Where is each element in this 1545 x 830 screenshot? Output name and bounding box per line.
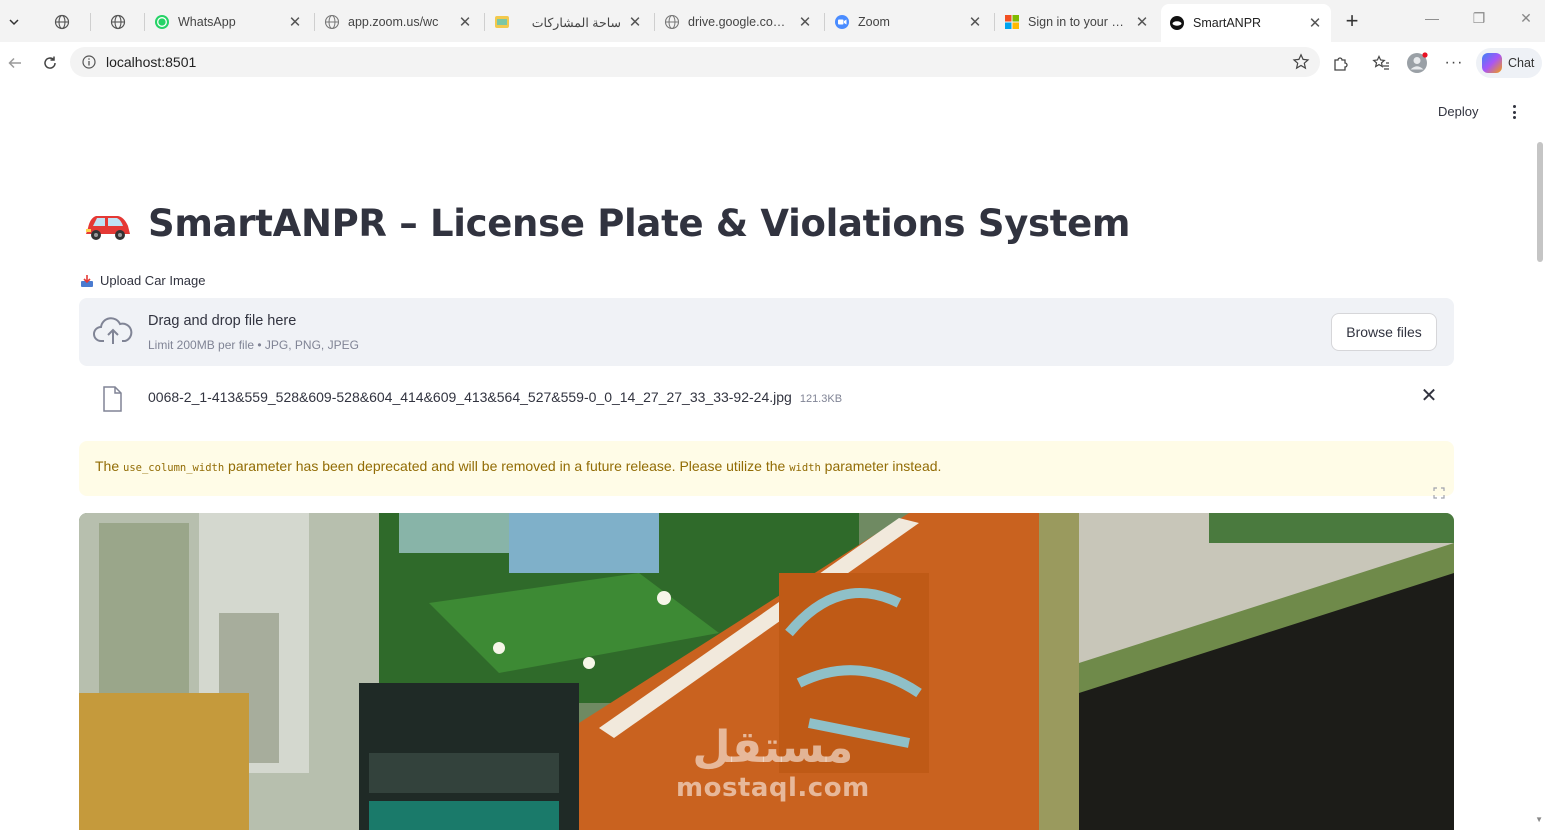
tab-title: drive.google.com/fil — [688, 15, 791, 29]
back-arrow-icon[interactable] — [2, 50, 28, 76]
watermark-arabic: مستقل — [692, 722, 854, 773]
tab-google-drive[interactable]: drive.google.com/fil ✕ — [656, 6, 821, 38]
reload-icon[interactable] — [37, 50, 63, 76]
deploy-button[interactable]: Deploy — [1438, 104, 1478, 119]
tab-close-icon[interactable]: ✕ — [457, 13, 473, 31]
globe-icon — [324, 14, 340, 30]
tab-title: ساحة المشاركات — [531, 15, 621, 30]
restore-icon[interactable]: ❐ — [1467, 10, 1491, 32]
upload-label-text: Upload Car Image — [100, 273, 206, 288]
tab-whatsapp[interactable]: WhatsApp ✕ — [146, 6, 311, 38]
code-width: width — [789, 462, 821, 474]
extensions-puzzle-icon[interactable] — [1328, 51, 1352, 75]
watermark-latin: mostaql.com — [676, 773, 870, 803]
tab-zoom-web[interactable]: app.zoom.us/wc ✕ — [316, 6, 481, 38]
red-car-icon — [86, 215, 130, 240]
favorite-star-icon[interactable] — [1292, 53, 1310, 74]
code-use-column-width: use_column_width — [123, 462, 225, 474]
tab-close-icon[interactable]: ✕ — [1307, 14, 1323, 32]
workspace-globe-icon[interactable] — [48, 8, 76, 36]
upload-label: Upload Car Image — [80, 273, 206, 288]
new-tab-plus-icon[interactable]: + — [1338, 8, 1366, 36]
uploaded-file-name: 0068-2_1-413&559_528&609-528&604_414&609… — [148, 389, 843, 405]
uploaded-file-size: 121.3KB — [799, 393, 843, 405]
inbox-tray-icon — [81, 274, 93, 287]
image-icon — [494, 14, 510, 30]
tab-title: SmartANPR — [1193, 16, 1262, 30]
tab-smartanpr[interactable]: SmartANPR ✕ — [1161, 4, 1331, 42]
dropzone-title: Drag and drop file here — [148, 313, 297, 329]
deprecation-warning-alert: The use_column_width parameter has been … — [79, 441, 1454, 496]
favorites-icon[interactable] — [1369, 51, 1393, 75]
browse-files-button[interactable]: Browse files — [1331, 313, 1437, 351]
tab-microsoft-signin[interactable]: Sign in to your accou ✕ — [996, 6, 1158, 38]
dropzone-limit: Limit 200MB per file • JPG, PNG, JPEG — [148, 338, 359, 352]
page-scrollbar[interactable] — [1537, 142, 1543, 262]
microsoft-icon — [1004, 14, 1020, 30]
tab-actions-chevron-icon[interactable] — [0, 8, 28, 36]
streamlit-page: Deploy ▼ SmartANPR – License Plate & Vio… — [0, 82, 1545, 830]
tab-zoom[interactable]: Zoom ✕ — [826, 6, 991, 38]
fullscreen-expand-icon[interactable] — [1432, 486, 1446, 500]
page-title-text: SmartANPR – License Plate & Violations S… — [148, 202, 1131, 245]
remove-file-close-icon[interactable]: ✕ — [1417, 384, 1441, 408]
copilot-chat-button[interactable]: Chat — [1476, 48, 1542, 78]
tab-participations[interactable]: ساحة المشاركات ✕ — [486, 6, 651, 38]
globe-icon — [664, 14, 680, 30]
window-close-icon[interactable]: ✕ — [1514, 10, 1538, 32]
tab-title: Sign in to your accou — [1028, 15, 1128, 29]
vertical-tabs-globe-icon[interactable] — [104, 8, 132, 36]
copilot-label: Chat — [1508, 56, 1535, 70]
tab-close-icon[interactable]: ✕ — [797, 13, 813, 31]
tab-title: Zoom — [858, 15, 890, 29]
tab-title: app.zoom.us/wc — [348, 15, 439, 29]
page-title: SmartANPR – License Plate & Violations S… — [84, 202, 1130, 245]
file-dropzone[interactable]: Drag and drop file here Limit 200MB per … — [79, 298, 1454, 366]
uploaded-file-row: 0068-2_1-413&559_528&609-528&604_414&609… — [79, 378, 1454, 418]
browser-toolbar: localhost:8501 ··· Chat — [0, 42, 1545, 82]
scroll-down-arrow-icon[interactable]: ▼ — [1535, 815, 1543, 824]
streamlit-icon — [1169, 15, 1185, 31]
address-url: localhost:8501 — [106, 54, 197, 70]
site-info-icon[interactable] — [80, 53, 98, 71]
address-bar[interactable]: localhost:8501 — [70, 47, 1320, 77]
profile-avatar-icon[interactable] — [1405, 51, 1429, 75]
mostaql-watermark: مستقل mostaql.com — [676, 722, 870, 802]
main-menu-kebab-icon[interactable] — [1506, 102, 1522, 122]
more-menu-icon[interactable]: ··· — [1442, 51, 1466, 75]
tab-close-icon[interactable]: ✕ — [287, 13, 303, 31]
zoom-icon — [834, 14, 850, 30]
tab-close-icon[interactable]: ✕ — [1134, 13, 1150, 31]
tab-close-icon[interactable]: ✕ — [967, 13, 983, 31]
minimize-icon[interactable]: — — [1420, 10, 1444, 32]
tab-close-icon[interactable]: ✕ — [627, 13, 643, 31]
tab-title: WhatsApp — [178, 15, 236, 29]
cloud-upload-icon — [93, 317, 133, 344]
file-icon — [103, 386, 122, 412]
browser-tabstrip: WhatsApp ✕ app.zoom.us/wc ✕ ساحة المشارك… — [0, 0, 1545, 42]
whatsapp-icon — [154, 14, 170, 30]
copilot-icon — [1482, 53, 1502, 73]
